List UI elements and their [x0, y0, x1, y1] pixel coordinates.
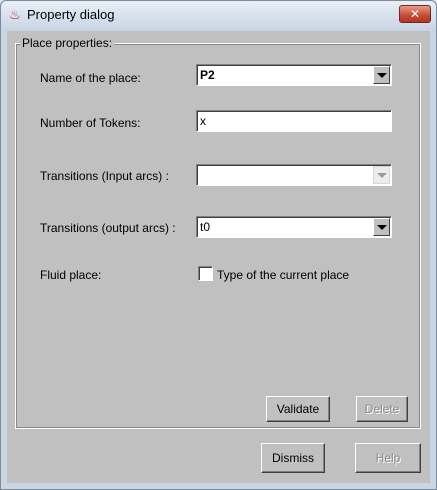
property-dialog-window: ♨ Property dialog ✕ Place properties: Na… [0, 0, 437, 490]
tokens-label: Number of Tokens: [40, 116, 141, 130]
input-arcs-combo[interactable] [196, 164, 392, 186]
fluid-place-checkbox[interactable] [198, 266, 213, 281]
help-button[interactable]: Help [355, 443, 421, 473]
close-button[interactable]: ✕ [399, 5, 431, 23]
delete-button[interactable]: Delete [356, 396, 408, 422]
window-title: Property dialog [27, 7, 115, 22]
close-icon: ✕ [409, 7, 421, 21]
title-bar[interactable]: ♨ Property dialog ✕ [1, 1, 436, 29]
dialog-content: Place properties: Name of the place: P2 … [7, 31, 430, 483]
validate-button[interactable]: Validate [266, 396, 330, 422]
group-title: Place properties: [20, 36, 115, 50]
place-name-dropdown-button[interactable] [373, 66, 390, 84]
java-coffee-cup-icon: ♨ [9, 6, 21, 22]
chevron-down-icon [376, 224, 387, 230]
name-label: Name of the place: [40, 71, 141, 85]
tokens-value: x [200, 114, 206, 128]
help-label: Help [375, 451, 401, 465]
input-arcs-dropdown-button[interactable] [373, 166, 390, 184]
output-arcs-label: Transitions (output arcs) : [40, 221, 176, 235]
fluid-place-checkbox-label[interactable]: Type of the current place [217, 268, 349, 282]
dismiss-label: Dismiss [272, 451, 314, 465]
output-arcs-value: t0 [200, 220, 211, 234]
delete-label: Delete [364, 402, 400, 416]
chevron-down-icon [376, 172, 387, 178]
place-name-combo[interactable]: P2 [196, 64, 392, 86]
dismiss-button[interactable]: Dismiss [261, 443, 325, 473]
place-properties-group: Place properties: Name of the place: P2 … [15, 36, 421, 429]
fluid-place-label: Fluid place: [40, 268, 102, 282]
chevron-down-icon [376, 72, 387, 78]
input-arcs-label: Transitions (Input arcs) : [40, 169, 169, 183]
validate-label: Validate [276, 402, 320, 416]
output-arcs-dropdown-button[interactable] [373, 218, 390, 236]
tokens-input[interactable]: x [196, 110, 392, 132]
output-arcs-combo[interactable]: t0 [196, 216, 392, 238]
place-name-value: P2 [200, 68, 215, 82]
